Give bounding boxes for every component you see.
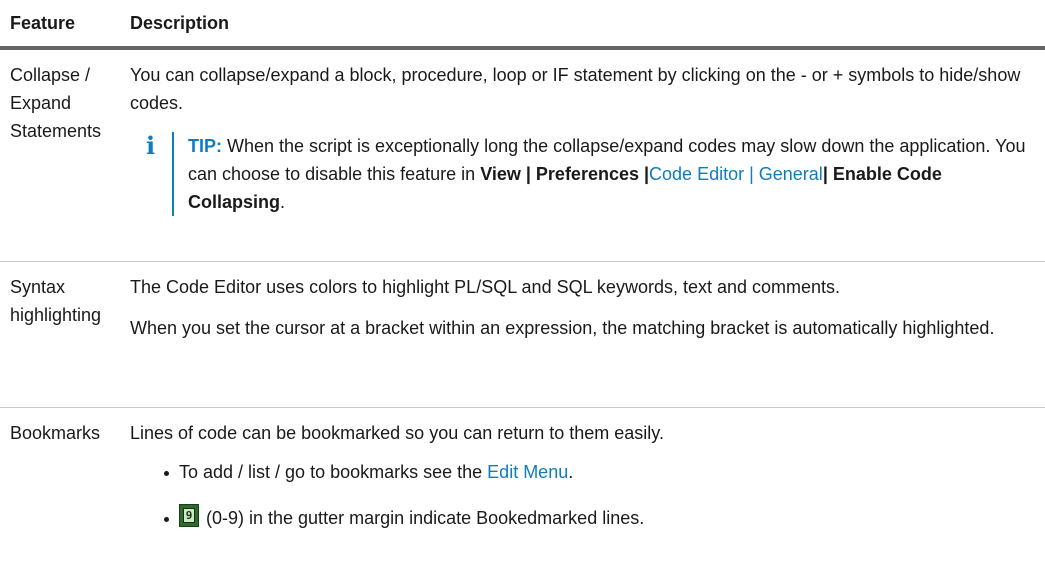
- feature-table: Feature Description Collapse / Expand St…: [0, 0, 1045, 579]
- bookmark-list: To add / list / go to bookmarks see the …: [130, 458, 1035, 532]
- list-item-text: (0-9) in the gutter margin indicate Book…: [201, 507, 645, 528]
- feature-name: Syntax highlighting: [0, 261, 121, 408]
- list-item-end: .: [568, 461, 574, 482]
- feature-description: The Code Editor uses colors to highlight…: [121, 261, 1045, 408]
- table-row: Collapse / Expand Statements You can col…: [0, 48, 1045, 262]
- list-item-text: To add / list / go to bookmarks see the: [179, 461, 488, 482]
- description-text: When you set the cursor at a bracket wit…: [130, 317, 995, 338]
- feature-name: Bookmarks: [10, 422, 101, 443]
- tip-note: i TIP: When the script is exceptionally …: [145, 132, 1035, 216]
- table-row: Bookmarks Lines of code can be bookmarke…: [0, 407, 1045, 579]
- feature-name: Collapse / Expand Statements: [0, 48, 121, 262]
- info-icon: i: [146, 131, 156, 160]
- edit-menu-link[interactable]: Edit Menu: [487, 462, 568, 482]
- tip-label: TIP:: [188, 136, 222, 156]
- code-editor-general-link[interactable]: Code Editor | General: [649, 164, 823, 184]
- header-feature: Feature: [0, 0, 121, 50]
- description-text: You can collapse/expand a block, procedu…: [130, 65, 1021, 113]
- menu-path-bold: View | Preferences |: [480, 164, 650, 184]
- feature-table-page: Feature Description Collapse / Expand St…: [0, 0, 1045, 582]
- bookmark-gutter-icon: 9: [179, 503, 199, 527]
- description-text: The Code Editor uses colors to highlight…: [130, 276, 841, 297]
- list-item: To add / list / go to bookmarks see the …: [164, 458, 1035, 486]
- feature-description: Lines of code can be bookmarked so you c…: [121, 407, 1045, 579]
- tip-end: .: [280, 192, 286, 212]
- description-text: Lines of code can be bookmarked so you c…: [130, 422, 664, 443]
- table-row: Syntax highlighting The Code Editor uses…: [0, 261, 1045, 408]
- tip-body: TIP: When the script is exceptionally lo…: [172, 132, 1035, 216]
- header-description: Description: [121, 0, 1045, 50]
- table-header-row: Feature Description: [0, 0, 1045, 50]
- list-item: 9 (0-9) in the gutter margin indicate Bo…: [164, 503, 1035, 532]
- feature-description: You can collapse/expand a block, procedu…: [121, 48, 1045, 262]
